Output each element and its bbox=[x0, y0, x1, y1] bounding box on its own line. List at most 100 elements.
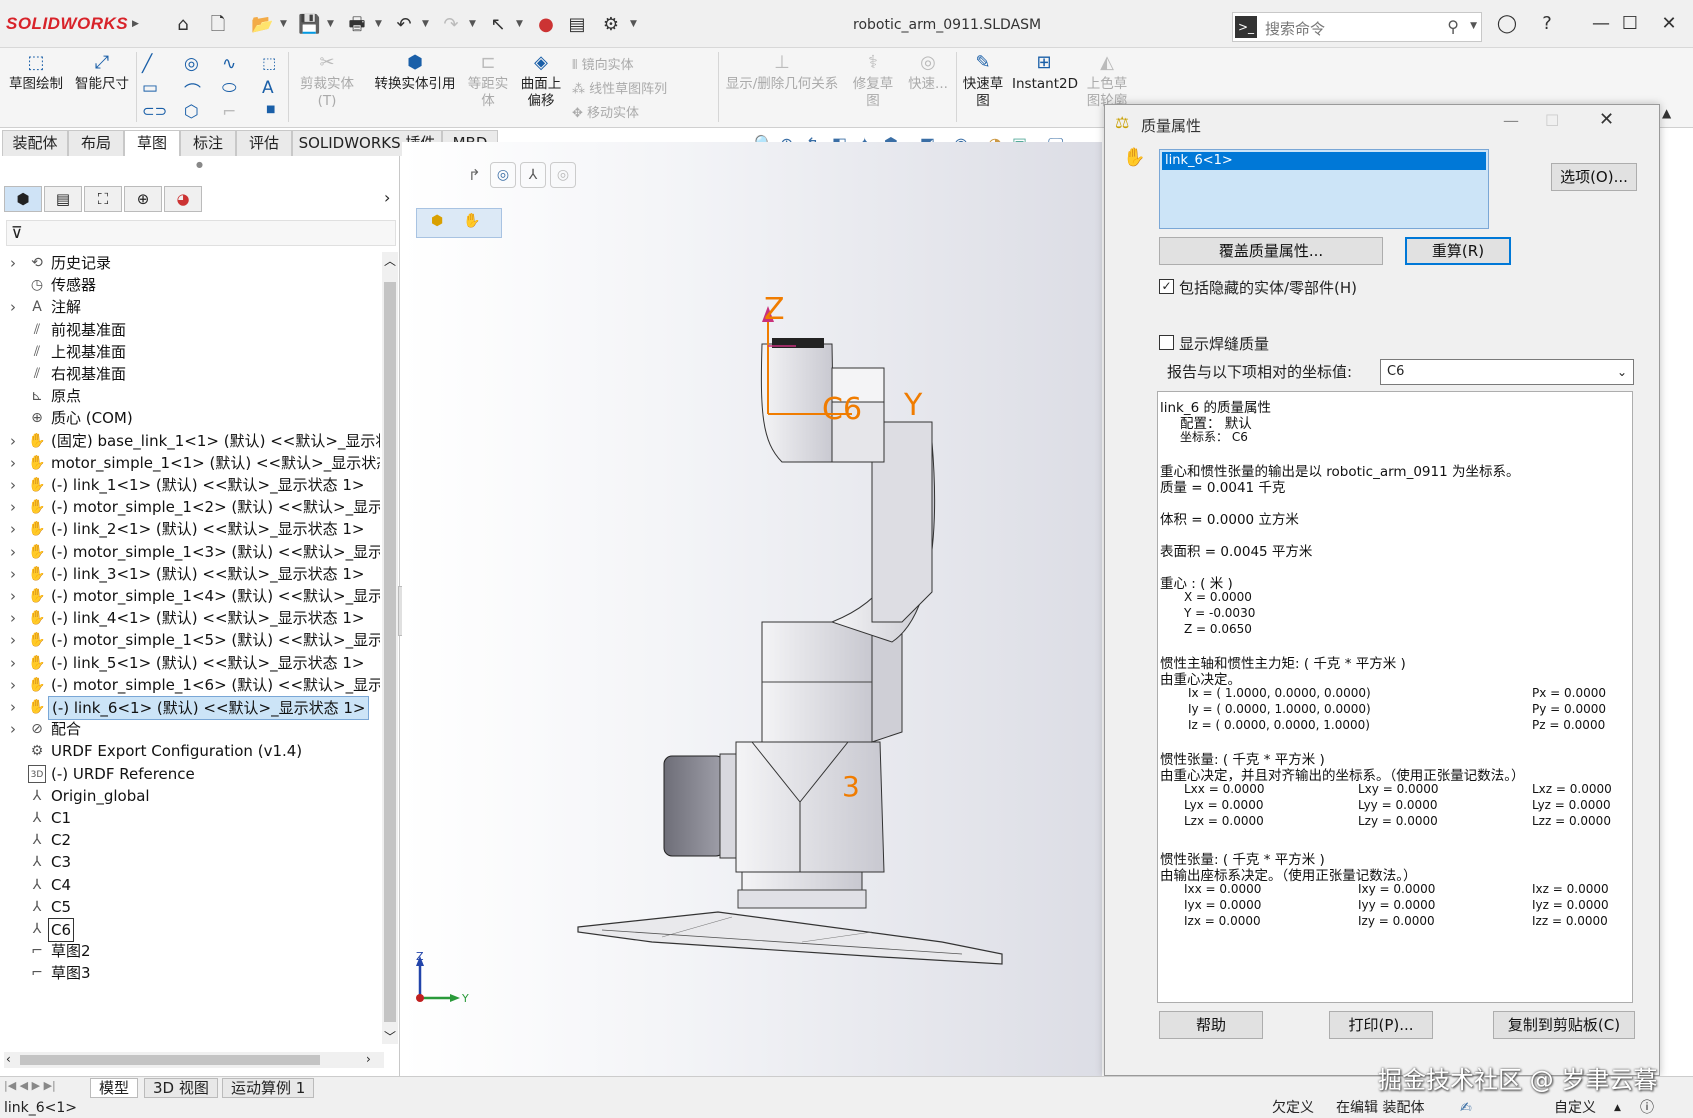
expand-arrow-icon[interactable]: › bbox=[10, 452, 16, 474]
save-icon[interactable]: 💾 bbox=[298, 14, 320, 36]
offset-on-surface-button[interactable]: ◈ 曲面上偏移 bbox=[516, 52, 566, 110]
tree-item[interactable]: › ✋ (-) link_6<1> (默认) <<默认>_显示状态 1> bbox=[0, 696, 380, 720]
home-icon[interactable]: ⌂ bbox=[172, 14, 194, 36]
plane-small-icon[interactable]: ■ bbox=[266, 104, 275, 115]
status-custom[interactable]: 自定义 bbox=[1554, 1098, 1596, 1118]
tree-item[interactable]: ⚙ URDF Export Configuration (v1.4) bbox=[0, 740, 380, 764]
list-item[interactable]: link_6<1> bbox=[1162, 152, 1486, 170]
include-hidden-checkbox[interactable]: ✓ bbox=[1159, 279, 1174, 294]
tree-item[interactable]: › ✋ (-) link_5<1> (默认) <<默认>_显示状态 1> bbox=[0, 652, 380, 676]
move-entities-button[interactable]: ✥ 移动实体 bbox=[572, 102, 639, 121]
tree-item[interactable]: › ✋ (-) motor_simple_1<5> (默认) <<默认>_显示状 bbox=[0, 629, 380, 653]
expand-arrow-icon[interactable]: › bbox=[10, 652, 16, 674]
tree-item[interactable]: › ✋ (-) link_1<1> (默认) <<默认>_显示状态 1> bbox=[0, 474, 380, 498]
tree-item[interactable]: ⊕ 质心 (COM) bbox=[0, 407, 380, 431]
minimize-icon[interactable]: — bbox=[1588, 12, 1614, 36]
tab-assembly[interactable]: 装配体 bbox=[2, 130, 68, 156]
quick-snaps-button[interactable]: ◎ 快速... bbox=[904, 52, 952, 93]
recalculate-button[interactable]: 重算(R) bbox=[1405, 237, 1511, 265]
property-manager-tab-icon[interactable]: ▤ bbox=[44, 186, 82, 212]
copy-to-clipboard-button[interactable]: 复制到剪贴板(C) bbox=[1493, 1011, 1635, 1039]
tree-item[interactable]: › ✋ (-) link_4<1> (默认) <<默认>_显示状态 1> bbox=[0, 607, 380, 631]
tree-item[interactable]: ⊾ 原点 bbox=[0, 385, 380, 409]
chevron-down-icon[interactable]: ﹀ bbox=[384, 1028, 396, 1045]
tree-item[interactable]: ⌐ 草图2 bbox=[0, 940, 380, 964]
close-icon[interactable]: ✕ bbox=[1656, 12, 1682, 36]
user-icon[interactable]: ◯ bbox=[1494, 12, 1520, 36]
tree-item[interactable]: ⌐ 草图3 bbox=[0, 962, 380, 986]
tree-item[interactable]: › A 注解 bbox=[0, 296, 380, 320]
chevron-right-icon[interactable]: ▶ bbox=[132, 19, 139, 29]
redo-icon[interactable]: ↷ bbox=[440, 14, 462, 36]
tree-item[interactable]: ⅄ C6 bbox=[0, 918, 380, 942]
slot-icon[interactable]: ⊂⊃ bbox=[142, 102, 167, 120]
tree-item[interactable]: 3D (-) URDF Reference bbox=[0, 763, 380, 787]
tab-3d-view[interactable]: 3D 视图 bbox=[144, 1078, 218, 1098]
tree-item[interactable]: › ✋ motor_simple_1<1> (默认) <<默认>_显示状态 bbox=[0, 452, 380, 476]
show-weld-checkbox[interactable] bbox=[1159, 335, 1174, 350]
tab-markup[interactable]: 标注 bbox=[180, 130, 236, 156]
tree-item[interactable]: ⅄ C4 bbox=[0, 874, 380, 898]
chevron-left-icon[interactable]: ‹ bbox=[6, 1052, 11, 1066]
expand-arrow-icon[interactable]: › bbox=[10, 296, 16, 318]
tree-item[interactable]: ⫽ 右视基准面 bbox=[0, 363, 380, 387]
chevron-down-icon[interactable]: ▼ bbox=[630, 19, 637, 29]
search-input[interactable]: 搜索命令 bbox=[1265, 18, 1325, 39]
rebuild-icon[interactable]: ✍ bbox=[1460, 1098, 1472, 1118]
ellipse-icon[interactable]: ⬭ bbox=[222, 78, 237, 98]
circle-icon[interactable]: ◎ bbox=[184, 54, 199, 74]
repair-sketch-button[interactable]: ⚕ 修复草图 bbox=[848, 52, 898, 110]
arc-icon[interactable]: ⌒ bbox=[184, 78, 201, 103]
expand-arrow-icon[interactable]: › bbox=[10, 252, 16, 274]
panel-grip[interactable]: ● bbox=[196, 160, 203, 169]
chevron-down-icon[interactable]: ▼ bbox=[327, 19, 334, 29]
file-properties-icon[interactable]: ▤ bbox=[566, 14, 588, 36]
tree-item[interactable]: ⫽ 前视基准面 bbox=[0, 319, 380, 343]
help-icon[interactable]: ? bbox=[1534, 12, 1560, 36]
tab-model[interactable]: 模型 bbox=[90, 1078, 139, 1098]
tree-item[interactable]: ⅄ C2 bbox=[0, 829, 380, 853]
expand-arrow-icon[interactable]: › bbox=[10, 674, 16, 696]
feature-manager-tab-icon[interactable]: ⬢ bbox=[4, 186, 42, 212]
offset-entities-button[interactable]: ⊏ 等距实体 bbox=[466, 52, 510, 110]
tree-item[interactable]: › ✋ (-) motor_simple_1<6> (默认) <<默认>_显示状 bbox=[0, 674, 380, 698]
tree-item[interactable]: ⅄ C1 bbox=[0, 807, 380, 831]
expand-arrow-icon[interactable]: › bbox=[10, 585, 16, 607]
search-icon[interactable]: ⚲ bbox=[1447, 17, 1459, 36]
tree-item[interactable]: ⫽ 上视基准面 bbox=[0, 341, 380, 365]
expand-arrow-icon[interactable]: › bbox=[10, 474, 16, 496]
chevron-down-icon[interactable]: ▼ bbox=[469, 19, 476, 29]
new-document-icon[interactable]: 🗋 bbox=[207, 14, 229, 36]
chevron-up-icon[interactable]: ▲ bbox=[1662, 106, 1671, 120]
tree-horizontal-scrollbar[interactable]: ‹ › bbox=[4, 1052, 384, 1068]
tree-item[interactable]: › ✋ (-) motor_simple_1<4> (默认) <<默认>_显示状 bbox=[0, 585, 380, 609]
display-manager-tab-icon[interactable]: ◕ bbox=[164, 186, 202, 212]
tab-layout[interactable]: 布局 bbox=[68, 130, 124, 156]
rebuild-traffic-light-icon[interactable]: ● bbox=[535, 14, 557, 36]
open-folder-icon[interactable]: 📂 bbox=[251, 14, 273, 36]
linear-pattern-button[interactable]: ⁂ 线性草图阵列 bbox=[572, 78, 667, 97]
minimize-icon[interactable]: — bbox=[1503, 111, 1519, 130]
scrollbar-thumb[interactable] bbox=[384, 282, 396, 1022]
expand-arrow-icon[interactable]: › bbox=[10, 563, 16, 585]
expand-arrow-icon[interactable]: › bbox=[10, 718, 16, 740]
tree-item[interactable]: › ✋ (-) link_2<1> (默认) <<默认>_显示状态 1> bbox=[0, 518, 380, 542]
tree-item[interactable]: › ✋ (固定) base_link_1<1> (默认) <<默认>_显示状态 bbox=[0, 430, 380, 454]
maximize-icon[interactable]: ☐ bbox=[1545, 111, 1559, 130]
print-button[interactable]: 打印(P)... bbox=[1329, 1011, 1433, 1039]
convert-entities-button[interactable]: ⬢ 转换实体引用 bbox=[370, 52, 460, 93]
sketch-button[interactable]: ⬚ 草图绘制 bbox=[6, 52, 66, 93]
selected-items-list[interactable]: link_6<1> bbox=[1159, 149, 1489, 229]
rectangle-icon[interactable]: ▭ bbox=[142, 78, 158, 98]
shaded-contours-button[interactable]: ◭ 上色草图轮廓 bbox=[1082, 52, 1132, 112]
options-button[interactable]: 选项(O)... bbox=[1551, 163, 1637, 191]
gear-icon[interactable]: ⚙ bbox=[600, 14, 622, 36]
line-icon[interactable]: ╱ bbox=[142, 54, 152, 74]
fillet-icon[interactable]: ⌐ bbox=[222, 102, 236, 122]
robot-arm-model[interactable] bbox=[402, 142, 1102, 1076]
override-mass-button[interactable]: 覆盖质量属性... bbox=[1159, 237, 1383, 265]
help-button[interactable]: 帮助 bbox=[1159, 1011, 1263, 1039]
mirror-entities-button[interactable]: ⫴ 镜向实体 bbox=[572, 54, 634, 73]
solidworks-logo[interactable]: SOLIDWORKS bbox=[6, 14, 128, 34]
smart-dimension-button[interactable]: ⤢ 智能尺寸 bbox=[72, 52, 132, 93]
